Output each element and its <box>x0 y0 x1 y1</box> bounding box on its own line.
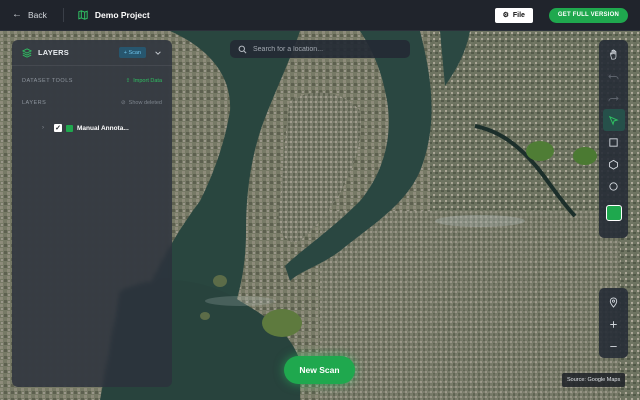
undo-button[interactable] <box>603 65 625 87</box>
location-search <box>230 40 410 58</box>
zoom-in-button[interactable] <box>603 313 625 335</box>
color-picker-button[interactable] <box>605 205 622 221</box>
zoom-out-button[interactable] <box>603 335 625 357</box>
back-label: Back <box>28 10 47 20</box>
map-icon <box>78 10 88 20</box>
layers-section-row: LAYERS ⊘ Show deleted <box>12 92 172 114</box>
layer-visibility-checkbox[interactable]: ✓ <box>54 124 62 132</box>
circle-tool-button[interactable] <box>603 175 625 197</box>
show-deleted-label: Show deleted <box>128 100 162 106</box>
layers-panel: LAYERS + Scan DATASET TOOLS ⇪ Import Dat… <box>12 40 172 387</box>
top-bar: ← Back Demo Project ⚙ File GET FULL VERS… <box>0 0 640 31</box>
polygon-icon <box>609 159 618 170</box>
upload-icon: ⇪ <box>125 78 131 84</box>
redo-icon <box>608 95 619 101</box>
file-label: File <box>512 11 525 19</box>
zoom-in-icon <box>610 320 617 328</box>
dataset-tools-label: DATASET TOOLS <box>22 78 73 84</box>
zoom-out-icon <box>610 345 617 347</box>
map-controls <box>599 288 628 358</box>
gear-icon: ⚙ <box>502 12 509 19</box>
rectangle-tool-button[interactable] <box>603 131 625 153</box>
project-title: Demo Project <box>78 10 150 20</box>
search-input[interactable] <box>253 45 403 53</box>
hand-tool-button[interactable] <box>603 43 625 65</box>
undo-icon <box>608 73 619 79</box>
location-pin-icon <box>609 296 618 308</box>
chevron-down-icon[interactable] <box>154 49 162 57</box>
add-scan-button[interactable]: + Scan <box>118 47 146 58</box>
arrow-left-icon: ← <box>12 9 22 20</box>
layers-title: LAYERS <box>38 48 69 57</box>
map-source-attribution: Source: Google Maps <box>562 373 626 387</box>
show-deleted-toggle[interactable]: ⊘ Show deleted <box>121 100 162 106</box>
new-scan-button[interactable]: New Scan <box>284 356 355 384</box>
get-full-version-button[interactable]: GET FULL VERSION <box>548 7 628 23</box>
file-button[interactable]: ⚙ File <box>494 7 533 23</box>
back-button[interactable]: ← Back <box>12 9 47 21</box>
select-tool-button[interactable] <box>602 109 625 131</box>
hand-icon <box>609 48 617 59</box>
layers-section-label: LAYERS <box>22 100 47 106</box>
rectangle-icon <box>609 137 618 147</box>
redo-button[interactable] <box>603 87 625 109</box>
layer-item[interactable]: › ✓ Manual Annota... <box>20 120 164 136</box>
select-pointer-icon <box>608 115 619 126</box>
chevron-right-icon[interactable]: › <box>42 125 50 131</box>
locate-button[interactable] <box>603 291 625 313</box>
search-icon <box>238 45 247 53</box>
drawing-toolbar <box>599 40 628 238</box>
divider <box>62 8 64 22</box>
dataset-tools-row: DATASET TOOLS ⇪ Import Data <box>12 70 172 92</box>
layer-name: Manual Annota... <box>77 124 129 132</box>
import-data-button[interactable]: ⇪ Import Data <box>126 78 162 84</box>
polygon-tool-button[interactable] <box>603 153 625 175</box>
layers-panel-header: LAYERS + Scan <box>12 40 172 66</box>
layer-color-swatch[interactable] <box>66 124 73 132</box>
import-data-label: Import Data <box>133 78 162 84</box>
layers-icon <box>22 47 32 58</box>
eye-off-icon: ⊘ <box>121 100 126 106</box>
circle-icon <box>609 181 618 191</box>
project-name: Demo Project <box>94 10 150 20</box>
